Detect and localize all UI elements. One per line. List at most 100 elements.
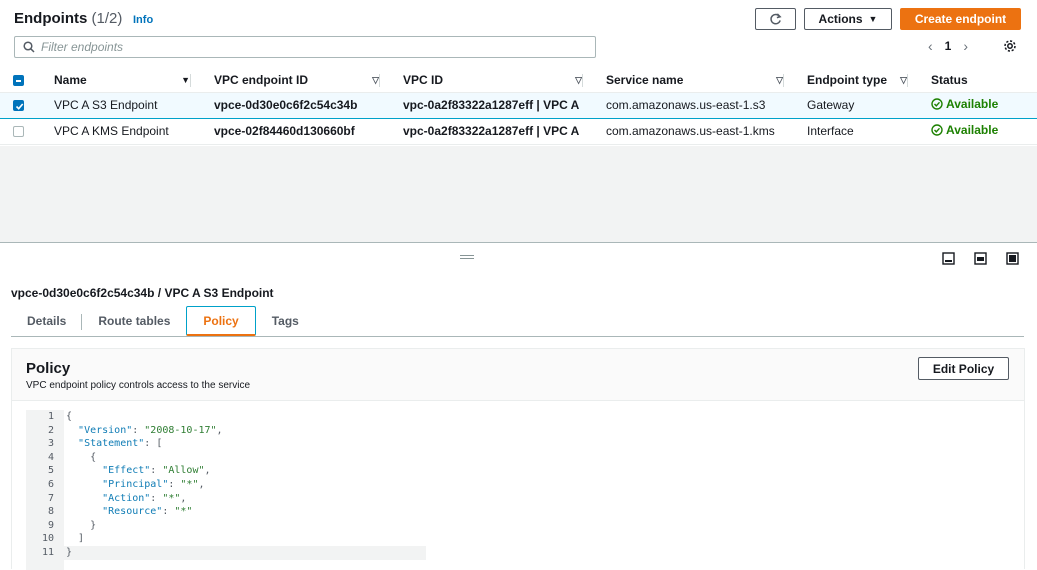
code-text: "Effect": "Allow",: [102, 465, 211, 477]
line-number: 2: [47, 424, 54, 436]
row-checkbox[interactable]: [13, 100, 24, 112]
row-select-cell: [0, 91, 40, 119]
code-text: "Version": "2008-10-17",: [78, 424, 223, 436]
check-circle-icon: [931, 124, 943, 136]
split-panel-divider: [0, 242, 1037, 243]
code-text: "Principal": "*",: [102, 478, 205, 490]
status-text: Available: [946, 123, 999, 137]
tab-details[interactable]: Details: [11, 306, 83, 337]
panel-position-controls: [942, 252, 1019, 265]
info-link[interactable]: Info: [133, 14, 153, 26]
chevron-right-icon[interactable]: ›: [963, 38, 968, 54]
tab-tags[interactable]: Tags: [256, 306, 315, 337]
resize-handle-icon[interactable]: [460, 255, 474, 261]
policy-header: Policy VPC endpoint policy controls acce…: [12, 349, 1024, 401]
cell-endpoint-id-link[interactable]: vpce-0d30e0c6f2c54c34b: [200, 91, 389, 119]
sort-icon: ▽: [372, 75, 379, 85]
code-text: {: [66, 451, 97, 463]
line-number: 8: [47, 506, 54, 518]
cell-vpc-id-link[interactable]: vpc-0a2f83322a1287eff | VPC A: [389, 91, 592, 119]
select-all-cell: [0, 68, 40, 93]
tab-route-tables[interactable]: Route tables: [82, 306, 186, 337]
column-header-endpoint-type[interactable]: Endpoint type ▽: [783, 68, 917, 93]
code-line: 4 {: [26, 451, 426, 465]
detail-tabs: Details Route tables Policy Tags: [11, 306, 1024, 337]
column-label: VPC endpoint ID: [214, 72, 308, 87]
column-label: Status: [931, 72, 968, 87]
column-header-name[interactable]: Name ▼: [40, 68, 200, 93]
page-title: Endpoints (1/2): [14, 10, 122, 27]
tab-policy[interactable]: Policy: [186, 306, 256, 336]
select-all-checkbox[interactable]: [13, 75, 24, 87]
create-endpoint-label: Create endpoint: [914, 12, 1007, 26]
sort-desc-icon: ▼: [181, 75, 190, 85]
table-row[interactable]: VPC A KMS Endpoint vpce-02f84460d130660b…: [0, 118, 1037, 145]
detail-title: vpce-0d30e0c6f2c54c34b / VPC A S3 Endpoi…: [11, 286, 274, 300]
cell-endpoint-id-link[interactable]: vpce-02f84460d130660bf: [200, 118, 389, 145]
actions-label: Actions: [818, 12, 863, 26]
cell-endpoint-type: Gateway: [793, 91, 917, 119]
status-badge: Available: [931, 123, 998, 137]
edit-policy-button[interactable]: Edit Policy: [918, 357, 1009, 380]
status-badge: Available: [931, 97, 998, 111]
panel-bottom-icon[interactable]: [942, 252, 955, 265]
column-separator: [582, 74, 583, 87]
column-label: Endpoint type: [807, 72, 887, 87]
line-number: 6: [47, 478, 54, 490]
policy-title: Policy: [26, 360, 71, 377]
chevron-left-icon[interactable]: ‹: [928, 38, 933, 54]
cell-service-name: com.amazonaws.us-east-1.s3: [592, 91, 793, 119]
search-icon: [23, 41, 35, 53]
cell-endpoint-type: Interface: [793, 118, 917, 145]
code-text: }: [66, 519, 97, 531]
code-text: }: [66, 546, 73, 558]
code-line: 3 "Statement": [: [26, 437, 426, 451]
page-number[interactable]: 1: [945, 39, 952, 53]
selection-count: (1/2): [91, 10, 123, 27]
column-separator: [783, 74, 784, 87]
sort-icon: ▽: [776, 75, 783, 85]
code-line: 9 }: [26, 519, 426, 533]
pagination: ‹ 1 ›: [928, 38, 968, 54]
code-line: 7 "Action": "*",: [26, 492, 426, 506]
column-header-status[interactable]: Status: [907, 68, 1037, 93]
panel-full-icon[interactable]: [1006, 252, 1019, 265]
code-line: 11}: [26, 545, 426, 560]
policy-description: VPC endpoint policy controls access to t…: [26, 380, 250, 391]
cell-service-name: com.amazonaws.us-east-1.kms: [592, 118, 793, 145]
code-line: 2 "Version": "2008-10-17",: [26, 424, 426, 438]
cell-vpc-id-link[interactable]: vpc-0a2f83322a1287eff | VPC A: [389, 118, 592, 145]
check-circle-icon: [931, 98, 943, 110]
column-header-vpc-id[interactable]: VPC ID ▽: [379, 68, 592, 93]
actions-button[interactable]: Actions ▼: [804, 8, 892, 30]
column-header-service-name[interactable]: Service name ▽: [582, 68, 793, 93]
column-separator: [907, 74, 908, 87]
code-text: "Resource": "*": [102, 506, 193, 518]
column-label: Service name: [606, 72, 684, 87]
column-label: Name: [54, 72, 87, 87]
filter-endpoints-input[interactable]: [41, 40, 561, 54]
create-endpoint-button[interactable]: Create endpoint: [900, 8, 1021, 30]
edit-policy-label: Edit Policy: [932, 361, 995, 376]
line-number: 9: [47, 519, 54, 531]
row-checkbox[interactable]: [13, 126, 24, 138]
gear-icon[interactable]: [1003, 39, 1017, 56]
refresh-button[interactable]: [755, 8, 796, 30]
code-text: "Statement": [: [78, 438, 163, 450]
code-line: 5 "Effect": "Allow",: [26, 464, 426, 478]
line-number: 11: [41, 546, 54, 558]
status-text: Available: [946, 97, 999, 111]
line-number: 3: [47, 438, 54, 450]
code-line: 1{: [26, 410, 426, 424]
line-number: 5: [47, 465, 54, 477]
caret-down-icon: ▼: [868, 14, 878, 24]
policy-code-viewer: 1{2 "Version": "2008-10-17", 3 "Statement…: [26, 410, 426, 570]
column-separator: [379, 74, 380, 87]
cell-name: VPC A KMS Endpoint: [40, 118, 200, 145]
code-line: 6 "Principal": "*",: [26, 478, 426, 492]
refresh-icon: [770, 12, 782, 24]
panel-middle-icon[interactable]: [974, 252, 987, 265]
table-row[interactable]: VPC A S3 Endpoint vpce-0d30e0c6f2c54c34b…: [0, 91, 1037, 119]
filter-search: [14, 36, 596, 58]
column-header-endpoint-id[interactable]: VPC endpoint ID ▽: [190, 68, 389, 93]
